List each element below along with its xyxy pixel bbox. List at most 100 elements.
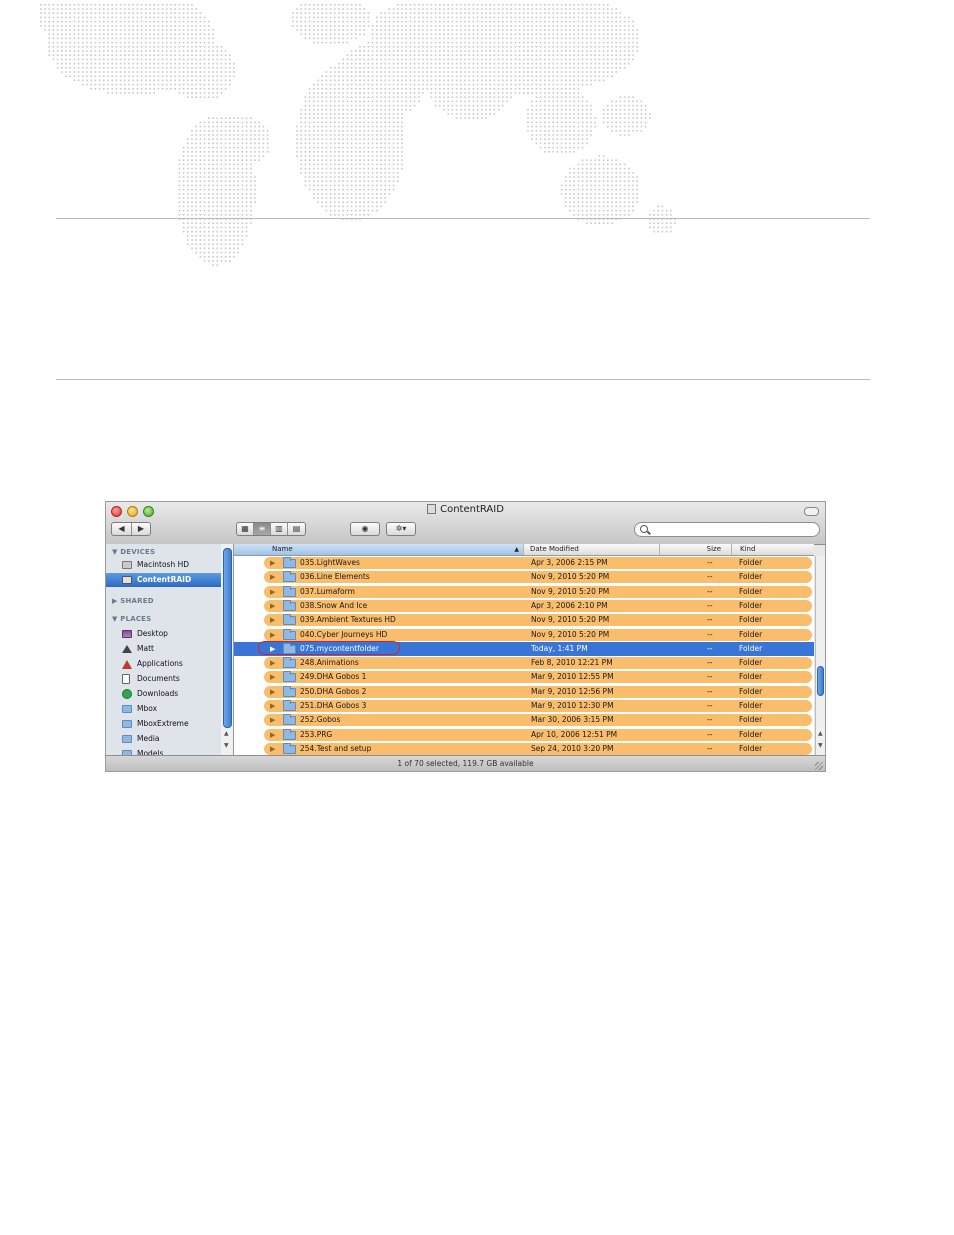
sidebar-scroll-thumb[interactable] bbox=[223, 548, 232, 728]
column-header-size[interactable]: Size bbox=[660, 544, 732, 555]
disclosure-triangle-icon[interactable]: ▶ bbox=[270, 713, 275, 727]
table-row[interactable]: ▶ 254.Test and setup Sep 24, 2010 3:20 PM -… bbox=[234, 742, 814, 755]
map-dot bbox=[48, 8, 50, 10]
disclosure-triangle-icon[interactable]: ▶ bbox=[270, 699, 275, 713]
table-row[interactable]: ▶ 253.PRG Apr 10, 2006 12:51 PM -- Folder bbox=[234, 728, 814, 742]
map-dot bbox=[510, 92, 512, 94]
map-dot bbox=[178, 58, 181, 61]
sidebar-item-models[interactable]: Models bbox=[106, 747, 221, 755]
map-dot bbox=[334, 155, 336, 157]
sidebar-item-media[interactable]: Media bbox=[106, 732, 221, 746]
sidebar-item-mbox[interactable]: Mbox bbox=[106, 702, 221, 716]
map-dot bbox=[359, 4, 361, 6]
resize-grip-icon[interactable] bbox=[815, 762, 823, 770]
map-dot bbox=[472, 12, 475, 14]
map-dot bbox=[355, 109, 357, 111]
map-dot bbox=[69, 29, 71, 31]
column-view-button[interactable]: ▥ bbox=[271, 523, 288, 535]
disclosure-triangle-icon[interactable]: ▶ bbox=[270, 585, 275, 599]
scroll-up-arrow-icon[interactable]: ▲ bbox=[224, 730, 229, 737]
sidebar-item-downloads[interactable]: Downloads bbox=[106, 687, 221, 701]
icon-view-button[interactable]: ▦ bbox=[237, 523, 254, 535]
back-button[interactable]: ◀ bbox=[112, 523, 132, 535]
map-dot bbox=[464, 58, 466, 61]
map-dot bbox=[107, 41, 109, 44]
disclosure-triangle-icon[interactable]: ▶ bbox=[270, 656, 275, 670]
coverflow-view-button[interactable]: ▤ bbox=[288, 523, 305, 535]
disclosure-triangle-icon[interactable]: ▶ bbox=[270, 670, 275, 684]
sidebar-section-places[interactable]: ▼ PLACES bbox=[112, 615, 151, 623]
forward-button[interactable]: ▶ bbox=[132, 523, 150, 535]
column-header-date[interactable]: Date Modified bbox=[524, 544, 660, 555]
sidebar-item-macintosh-hd[interactable]: Macintosh HD bbox=[106, 558, 221, 572]
table-row[interactable]: ▶ 248.Animations Feb 8, 2010 12:21 PM -- Fol… bbox=[234, 656, 814, 670]
sidebar-scrollbar[interactable]: ▲ ▼ bbox=[221, 544, 234, 755]
toolbar-toggle-button[interactable] bbox=[804, 507, 819, 516]
map-dot bbox=[90, 37, 92, 40]
map-dot bbox=[628, 180, 630, 182]
disclosure-triangle-icon[interactable]: ▶ bbox=[270, 556, 275, 570]
disclosure-triangle-icon[interactable]: ▶ bbox=[270, 570, 275, 584]
map-dot bbox=[300, 8, 302, 10]
disclosure-triangle-icon[interactable]: ▶ bbox=[270, 742, 275, 755]
table-row[interactable]: ▶ 250.DHA Gobos 2 Mar 9, 2010 12:56 PM -- Fo… bbox=[234, 685, 814, 699]
map-dot bbox=[107, 67, 109, 69]
map-dot bbox=[128, 4, 130, 6]
list-scrollbar[interactable]: ▲ ▼ bbox=[815, 556, 825, 755]
sidebar-item-documents[interactable]: Documents bbox=[106, 672, 221, 686]
disclosure-triangle-icon[interactable]: ▶ bbox=[270, 685, 275, 699]
table-row[interactable]: ▶ 039.Ambient Textures HD Nov 9, 2010 5:20… bbox=[234, 613, 814, 627]
map-dot bbox=[523, 92, 525, 94]
table-row[interactable]: ▶ 037.Lumaform Nov 9, 2010 5:20 PM -- Folder bbox=[234, 585, 814, 599]
action-menu-button[interactable]: ✲▾ bbox=[386, 522, 416, 536]
map-dot bbox=[485, 71, 487, 73]
quicklook-button[interactable]: ◉ bbox=[350, 522, 380, 536]
map-dot bbox=[552, 50, 554, 52]
map-dot bbox=[187, 88, 189, 90]
column-header-kind[interactable]: Kind bbox=[732, 544, 814, 555]
scroll-up-arrow-icon[interactable]: ▲ bbox=[818, 730, 823, 737]
map-dot bbox=[342, 205, 344, 208]
scroll-down-arrow-icon[interactable]: ▼ bbox=[224, 742, 229, 749]
list-view-button[interactable]: ≡ bbox=[254, 523, 271, 535]
table-row[interactable]: ▶ 035.LightWaves Apr 3, 2006 2:15 PM -- Fold… bbox=[234, 556, 814, 570]
map-dot bbox=[434, 58, 437, 61]
sidebar-item-applications[interactable]: Applications bbox=[106, 657, 221, 671]
map-dot bbox=[573, 16, 575, 19]
disclosure-triangle-icon[interactable]: ▶ bbox=[270, 728, 275, 742]
list-scroll-thumb[interactable] bbox=[817, 666, 824, 696]
map-dot bbox=[590, 58, 592, 61]
map-dot bbox=[325, 159, 328, 161]
map-dot bbox=[380, 163, 382, 166]
table-row[interactable]: ▶ 252.Gobos Mar 30, 2006 3:15 PM -- Folder bbox=[234, 713, 814, 727]
sidebar-section-shared[interactable]: ▶ SHARED bbox=[112, 597, 154, 605]
map-dot bbox=[577, 4, 580, 6]
map-dot bbox=[380, 155, 382, 157]
disclosure-triangle-icon[interactable]: ▶ bbox=[270, 599, 275, 613]
map-dot bbox=[56, 46, 59, 48]
scroll-down-arrow-icon[interactable]: ▼ bbox=[818, 742, 823, 749]
sidebar-item-matt[interactable]: Matt bbox=[106, 642, 221, 656]
search-field[interactable] bbox=[634, 522, 820, 537]
column-header-name[interactable]: Name ▲ bbox=[234, 544, 524, 555]
table-row[interactable]: ▶ 040.Cyber Journeys HD Nov 9, 2010 5:20 P… bbox=[234, 628, 814, 642]
table-row[interactable]: ▶ 075.mycontentfolder Today, 1:41 PM -- Fold… bbox=[234, 640, 814, 656]
map-dot bbox=[451, 8, 454, 10]
table-row[interactable]: ▶ 251.DHA Gobos 3 Mar 9, 2010 12:30 PM -- Fo… bbox=[234, 699, 814, 713]
sidebar-item-contentraid[interactable]: ContentRAID bbox=[106, 573, 221, 587]
disclosure-triangle-icon[interactable]: ▶ bbox=[270, 628, 275, 642]
map-dot bbox=[304, 33, 307, 35]
table-row[interactable]: ▶ 036.Line Elements Nov 9, 2010 5:20 PM -- F… bbox=[234, 570, 814, 584]
table-row[interactable]: ▶ 249.DHA Gobos 1 Mar 9, 2010 12:55 PM -- Fo… bbox=[234, 670, 814, 684]
table-row[interactable]: ▶ 038.Snow And Ice Apr 3, 2006 2:10 PM -- Fo… bbox=[234, 599, 814, 613]
map-dot bbox=[355, 209, 357, 212]
disclosure-triangle-icon[interactable]: ▶ bbox=[270, 613, 275, 627]
map-dot bbox=[157, 79, 160, 82]
map-dot bbox=[569, 71, 571, 73]
sidebar-item-desktop[interactable]: Desktop bbox=[106, 627, 221, 641]
map-dot bbox=[607, 214, 609, 216]
sidebar-item-mboxextreme[interactable]: MboxExtreme bbox=[106, 717, 221, 731]
sidebar-section-devices[interactable]: ▼ DEVICES bbox=[112, 548, 155, 556]
map-dot bbox=[359, 12, 361, 14]
map-dot bbox=[384, 180, 386, 182]
